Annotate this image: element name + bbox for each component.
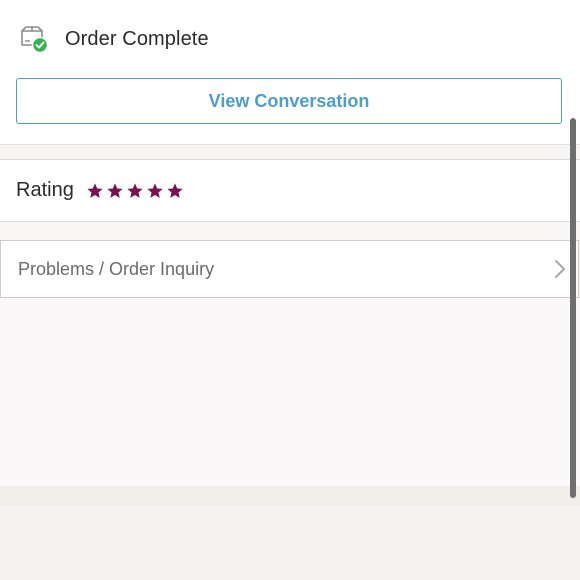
order-status-title: Order Complete — [65, 27, 209, 50]
order-detail-page: Order Complete View Conversation Rating … — [0, 0, 580, 580]
star-icon — [147, 182, 163, 198]
package-check-icon — [18, 23, 50, 55]
section-divider — [0, 222, 580, 240]
star-icon — [167, 182, 183, 198]
footer-band — [0, 486, 580, 506]
order-status-row: Order Complete — [18, 22, 209, 56]
star-icon — [127, 182, 143, 198]
content-blank-area — [0, 298, 580, 486]
vertical-scrollbar[interactable] — [570, 118, 576, 498]
problems-order-inquiry-label: Problems / Order Inquiry — [18, 258, 215, 279]
chevron-right-icon — [552, 258, 568, 280]
footer-area — [0, 506, 580, 580]
star-icon — [87, 182, 103, 198]
order-status-card: Order Complete View Conversation — [0, 0, 580, 144]
section-divider — [0, 144, 580, 160]
rating-label: Rating — [16, 179, 74, 201]
problems-order-inquiry-row[interactable]: Problems / Order Inquiry — [0, 240, 579, 298]
star-icon — [107, 182, 123, 198]
rating-row: Rating — [0, 160, 580, 222]
view-conversation-button[interactable]: View Conversation — [16, 78, 562, 124]
rating-stars — [86, 182, 186, 200]
